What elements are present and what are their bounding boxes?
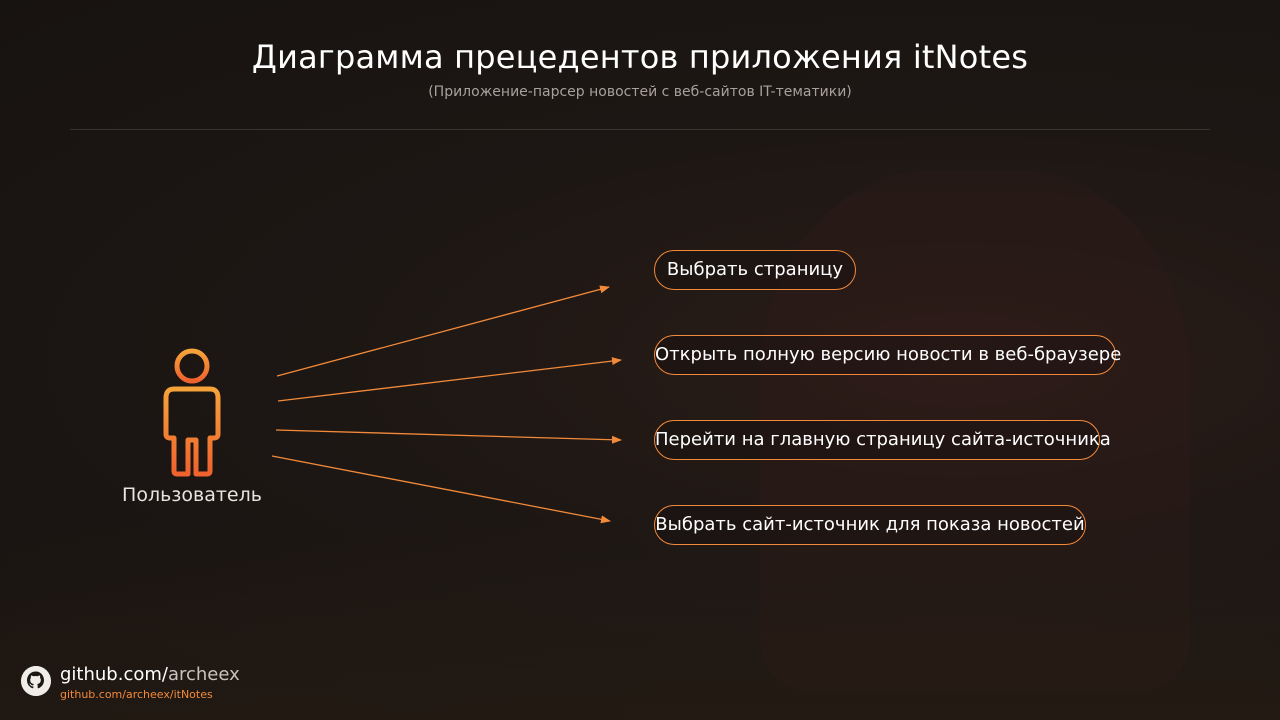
arrow-to-uc1 [276, 285, 610, 377]
use-case-open-full-news: Открыть полную версию новости в веб-брау… [654, 335, 1121, 375]
arrow-to-uc3 [275, 429, 622, 444]
github-repo-link[interactable]: github.com/archeex/itNotes [60, 688, 213, 701]
github-host: github.com/ [60, 664, 168, 685]
use-case-go-to-source-home: Перейти на главную страницу сайта-источн… [654, 420, 1111, 460]
github-icon[interactable] [21, 666, 51, 696]
github-user: archeex [167, 664, 240, 685]
arrow-to-uc4 [271, 455, 611, 524]
diagram-page: Диаграмма прецедентов приложения itNotes… [0, 0, 1280, 720]
use-case-select-source: Выбрать сайт-источник для показа новосте… [654, 505, 1086, 545]
use-case-select-page: Выбрать страницу [654, 250, 856, 290]
arrow-to-uc2 [277, 357, 622, 402]
github-profile-link[interactable]: github.com/archeex [60, 664, 240, 685]
